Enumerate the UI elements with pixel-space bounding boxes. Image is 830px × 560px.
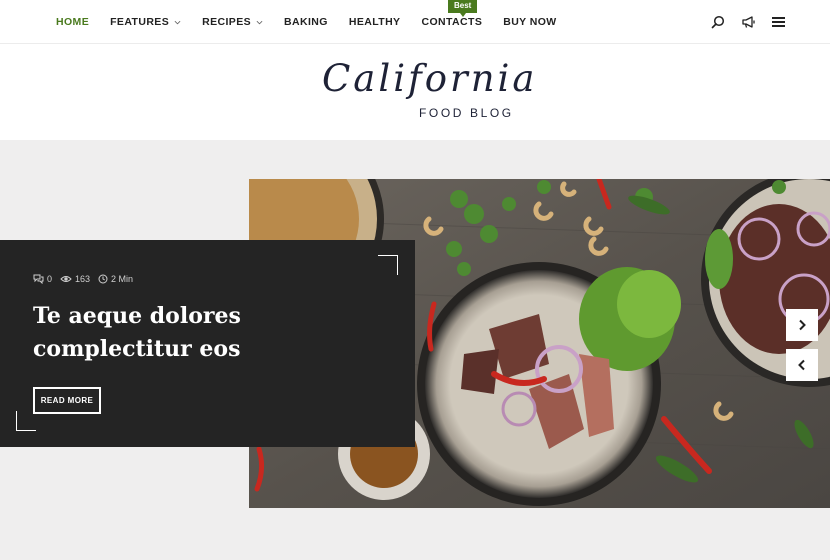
clock-icon <box>98 274 108 284</box>
eye-icon <box>60 276 72 282</box>
read-time-value: 2 Min <box>111 274 134 284</box>
best-badge: Best <box>448 0 478 17</box>
corner-frame-decoration <box>378 255 398 275</box>
comments-count[interactable]: 0 <box>33 274 52 284</box>
corner-frame-decoration <box>16 411 36 431</box>
nav-item-label: Healthy <box>348 16 401 28</box>
nav-item-label: Features <box>110 16 170 28</box>
nav-item-buy-now[interactable]: Buy Now <box>503 16 556 28</box>
nav-item-baking[interactable]: Baking <box>284 16 328 28</box>
nav-item-label: Recipes <box>202 16 252 28</box>
previous-slide-button[interactable] <box>786 349 818 381</box>
chevron-right-icon <box>799 319 806 331</box>
main-menu: Home Features Recipes Baking Healthy Con… <box>56 0 578 44</box>
comments-value: 0 <box>47 274 53 284</box>
nav-item-label: Contacts <box>421 16 483 28</box>
nav-item-home[interactable]: Home <box>56 16 89 28</box>
nav-item-label: Home <box>56 16 90 28</box>
site-logo[interactable]: California FOOD BLOG <box>322 56 534 130</box>
megaphone-icon[interactable] <box>740 14 756 30</box>
search-icon[interactable] <box>710 14 726 30</box>
nav-item-features[interactable]: Features <box>110 16 181 28</box>
nav-item-healthy[interactable]: Healthy <box>349 16 401 28</box>
next-slide-button[interactable] <box>786 309 818 341</box>
read-more-button[interactable]: READ MORE <box>33 387 101 414</box>
header-actions <box>710 0 786 44</box>
nav-item-contacts[interactable]: Contacts <box>421 16 482 28</box>
logo-wordmark: California <box>322 57 538 100</box>
chevron-down-icon <box>174 20 181 24</box>
featured-post-card: 0 163 2 Min Te aeque dolores complectitu… <box>0 240 415 447</box>
nav-item-label: Buy Now <box>503 16 557 28</box>
hero-slider: 0 163 2 Min Te aeque dolores complectitu… <box>0 140 830 560</box>
logo-band: California FOOD BLOG <box>0 44 830 140</box>
post-title[interactable]: Te aeque dolores complectitur eos <box>33 300 383 366</box>
post-meta: 0 163 2 Min <box>33 274 141 284</box>
views-value: 163 <box>75 274 91 284</box>
read-time: 2 Min <box>98 274 133 284</box>
chevron-left-icon <box>798 359 805 371</box>
nav-item-label: Baking <box>284 16 328 28</box>
nav-item-recipes[interactable]: Recipes <box>202 16 263 28</box>
chevron-down-icon <box>256 20 263 24</box>
hamburger-menu-icon[interactable] <box>770 14 786 30</box>
top-navigation-bar: Home Features Recipes Baking Healthy Con… <box>0 0 830 44</box>
logo-tagline: FOOD BLOG <box>419 106 514 120</box>
comments-icon <box>33 274 44 284</box>
views-count: 163 <box>60 274 90 284</box>
